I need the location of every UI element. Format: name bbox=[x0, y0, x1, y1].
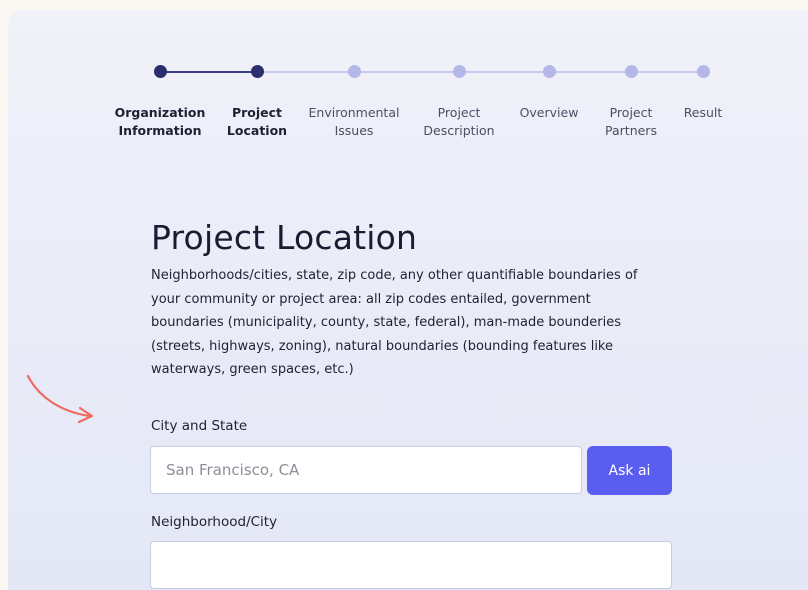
step-dot-result[interactable] bbox=[697, 65, 710, 78]
neighborhood-city-input[interactable] bbox=[150, 541, 672, 589]
step-dot-overview[interactable] bbox=[543, 65, 556, 78]
stepper-track-completed bbox=[160, 71, 257, 73]
ask-ai-button[interactable]: Ask ai bbox=[587, 446, 672, 495]
form-panel: Organization Information Project Locatio… bbox=[8, 10, 808, 590]
step-label-result[interactable]: Result bbox=[653, 104, 753, 122]
city-state-label: City and State bbox=[151, 418, 248, 434]
step-label-organization-information[interactable]: Organization Information bbox=[110, 104, 210, 140]
step-label-project-description[interactable]: Project Description bbox=[409, 104, 509, 140]
page-title: Project Location bbox=[151, 218, 418, 257]
neighborhood-city-label: Neighborhood/City bbox=[151, 514, 278, 530]
step-dot-environmental-issues[interactable] bbox=[348, 65, 361, 78]
page-description: Neighborhoods/cities, state, zip code, a… bbox=[151, 268, 638, 377]
step-dot-project-description[interactable] bbox=[453, 65, 466, 78]
curved-arrow-icon bbox=[26, 374, 94, 424]
step-label-project-location[interactable]: Project Location bbox=[207, 104, 307, 140]
step-label-environmental-issues[interactable]: Environmental Issues bbox=[304, 104, 404, 140]
step-dot-project-location[interactable] bbox=[251, 65, 264, 78]
step-dot-organization-information[interactable] bbox=[154, 65, 167, 78]
step-dot-project-partners[interactable] bbox=[625, 65, 638, 78]
city-state-input[interactable] bbox=[150, 446, 582, 494]
